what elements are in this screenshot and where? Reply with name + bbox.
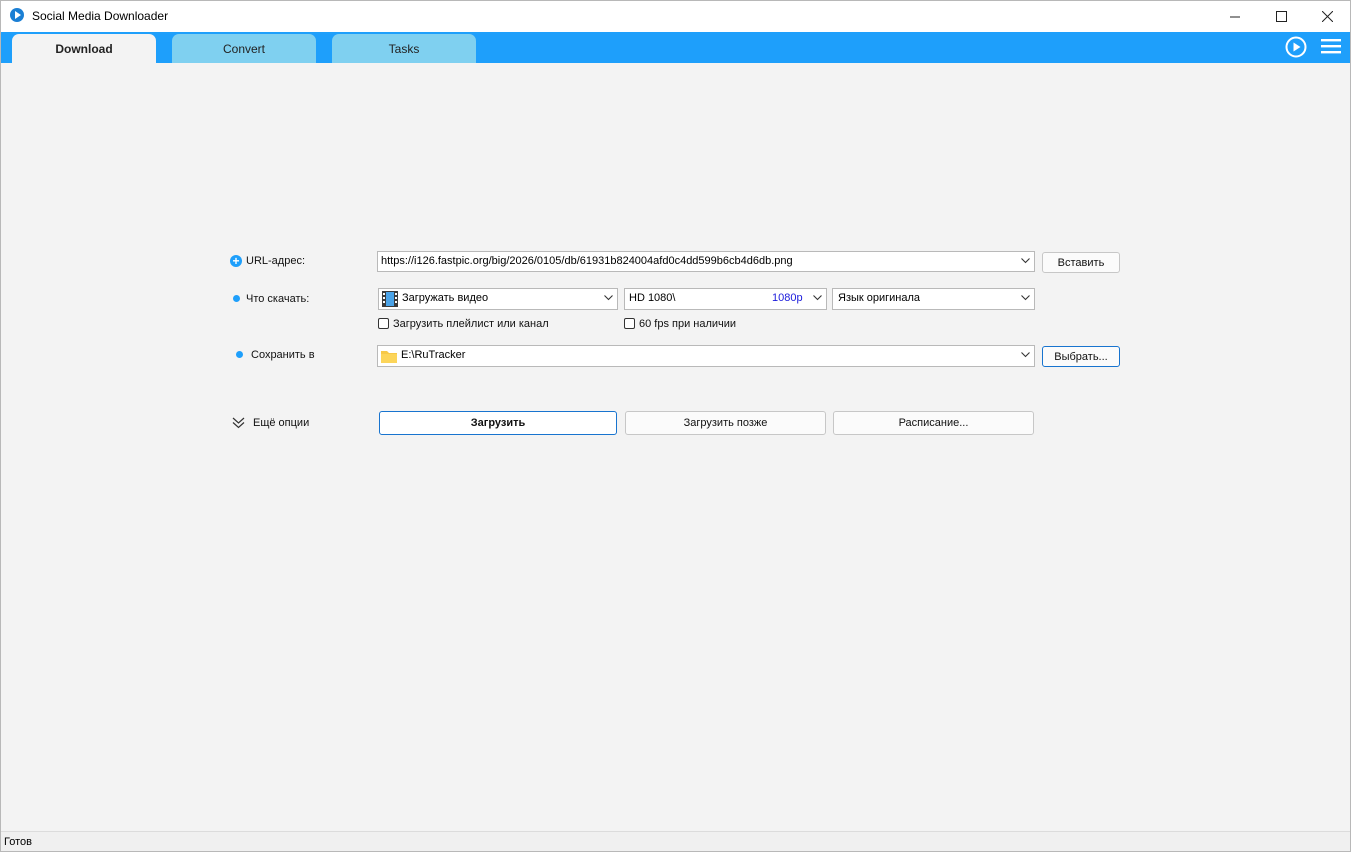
quality-value: 1080p [772,292,803,304]
audio-language-select[interactable]: Язык оригинала [832,288,1035,310]
film-icon [382,291,398,307]
url-label: URL-адрес: [246,255,305,267]
fps-checkbox-label[interactable]: 60 fps при наличии [639,318,736,330]
download-button[interactable]: Загрузить [379,411,617,435]
save-path-value: E:\RuTracker [401,349,466,361]
save-path-select[interactable]: E:\RuTracker [377,345,1035,367]
audio-language-value: Язык оригинала [838,292,921,304]
tab-convert[interactable]: Convert [172,34,316,63]
bullet-dot [233,295,240,302]
app-window: Social Media Downloader Download Convert… [0,0,1351,852]
minimize-button[interactable] [1212,1,1258,32]
chevron-down-icon[interactable] [1021,258,1030,264]
tab-download[interactable]: Download [12,34,156,63]
maximize-icon [1275,11,1287,22]
more-options-toggle[interactable]: Ещё опции [253,417,309,429]
maximize-button[interactable] [1258,1,1304,32]
playlist-checkbox-label[interactable]: Загрузить плейлист или канал [393,318,549,330]
menu-button[interactable] [1321,36,1341,56]
title-bar: Social Media Downloader [1,1,1350,32]
play-circle-button[interactable] [1285,36,1307,58]
close-button[interactable] [1304,1,1350,32]
paste-button[interactable]: Вставить [1042,252,1120,273]
bullet-dot [236,351,243,358]
fps-checkbox[interactable] [624,318,635,329]
status-bar: Готов [1,831,1350,851]
play-circle-icon [1285,36,1307,58]
window-title: Social Media Downloader [32,9,169,23]
close-icon [1321,11,1333,22]
quality-name: HD 1080\ [629,292,676,304]
browse-button[interactable]: Выбрать... [1042,346,1120,367]
hamburger-menu-icon [1321,39,1341,54]
schedule-button[interactable]: Расписание... [833,411,1034,435]
folder-icon [381,351,397,363]
chevron-down-icon [1021,295,1030,301]
double-chevron-down-icon[interactable] [232,417,245,429]
tab-bar: Download Convert Tasks [1,32,1350,63]
plus-circle-icon[interactable]: + [230,255,242,267]
quality-select[interactable]: HD 1080\ 1080p [624,288,827,310]
chevron-down-icon [1021,352,1030,358]
status-text: Готов [4,836,32,848]
app-logo-icon [10,8,24,22]
chevron-down-icon [604,295,613,301]
minimize-icon [1230,16,1240,17]
chevron-down-icon [813,295,822,301]
url-input[interactable]: https://i126.fastpic.org/big/2026/0105/d… [377,251,1035,272]
download-type-select[interactable]: Загружать видео [378,288,618,310]
url-value: https://i126.fastpic.org/big/2026/0105/d… [381,255,793,267]
tab-tasks[interactable]: Tasks [332,34,476,63]
save-label: Сохранить в [251,349,315,361]
what-label: Что скачать: [246,293,310,305]
playlist-checkbox[interactable] [378,318,389,329]
download-later-button[interactable]: Загрузить позже [625,411,826,435]
download-type-value: Загружать видео [402,292,489,304]
